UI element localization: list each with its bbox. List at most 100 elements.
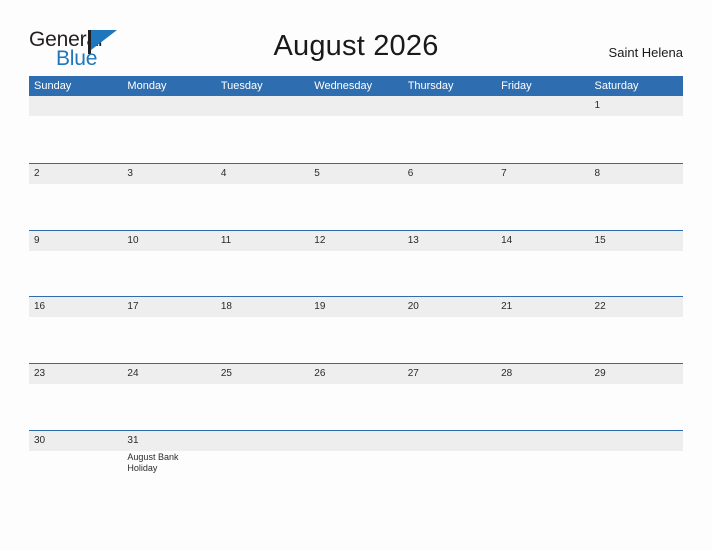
day-number: 25 <box>220 368 232 380</box>
calendar-weeks: 1 2 3 4 5 6 7 8 9 10 11 12 13 14 15 16 17 18 19 20 21 22 23 24 2… <box>29 96 683 497</box>
day-cell-6[interactable]: 6 <box>403 164 496 230</box>
day-cell-12[interactable]: 12 <box>309 231 402 297</box>
day-events: August Bank Holiday <box>127 452 215 475</box>
weekday-header-tuesday: Tuesday <box>220 80 263 92</box>
week-cells: 2 3 4 5 6 7 8 <box>29 164 683 230</box>
day-cell-16[interactable]: 16 <box>29 297 122 363</box>
day-cell-empty <box>403 96 496 163</box>
day-number: 28 <box>501 368 513 380</box>
day-cell-20[interactable]: 20 <box>403 297 496 363</box>
week-cells: 16 17 18 19 20 21 22 <box>29 297 683 363</box>
day-cell-25[interactable]: 25 <box>216 364 309 430</box>
day-cell-2[interactable]: 2 <box>29 164 122 230</box>
day-cell-empty <box>496 431 589 497</box>
day-number: 6 <box>407 167 414 179</box>
page-header: General Blue August 2026 Saint Helena <box>0 0 712 76</box>
day-cell-3[interactable]: 3 <box>122 164 215 230</box>
day-cell-10[interactable]: 10 <box>122 231 215 297</box>
day-number: 22 <box>594 301 606 313</box>
day-number: 12 <box>314 234 326 246</box>
day-cell-empty <box>216 431 309 497</box>
day-cell-empty <box>590 431 683 497</box>
day-cell-24[interactable]: 24 <box>122 364 215 430</box>
day-cell-22[interactable]: 22 <box>590 297 683 363</box>
calendar-week-row: 9 10 11 12 13 14 15 <box>29 229 683 297</box>
day-cell-30[interactable]: 30 <box>29 431 122 497</box>
week-cells: 23 24 25 26 27 28 29 <box>29 364 683 430</box>
day-cell-empty <box>216 96 309 163</box>
day-number: 1 <box>594 100 601 111</box>
weekday-header-monday: Monday <box>127 80 167 92</box>
weekday-header-row: Sunday Monday Tuesday Wednesday Thursday Frid… <box>29 76 683 96</box>
day-number: 9 <box>34 234 40 246</box>
day-number: 3 <box>127 167 133 179</box>
weekday-header-friday: Friday <box>501 80 532 92</box>
calendar-page: General Blue August 2026 Saint Helena Su… <box>0 0 712 550</box>
day-number: 5 <box>314 167 320 179</box>
weekday-header-thursday: Thursday <box>407 80 454 92</box>
day-cell-15[interactable]: 15 <box>590 231 683 297</box>
weekday-header-sunday: Sunday <box>34 80 72 92</box>
day-number: 2 <box>34 167 40 179</box>
day-number: 18 <box>220 301 232 313</box>
day-number: 13 <box>407 234 419 246</box>
day-cell-empty <box>309 431 402 497</box>
calendar-week-row: 1 <box>29 96 683 163</box>
week-cells: 1 <box>29 96 683 163</box>
day-cell-empty <box>309 96 402 163</box>
day-cell-8[interactable]: 8 <box>590 164 683 230</box>
day-cell-31[interactable]: 31 August Bank Holiday <box>122 431 215 497</box>
day-cell-13[interactable]: 13 <box>403 231 496 297</box>
day-cell-14[interactable]: 14 <box>496 231 589 297</box>
calendar-grid: Sunday Monday Tuesday Wednesday Thursday Frid… <box>29 76 683 497</box>
day-cell-29[interactable]: 29 <box>590 364 683 430</box>
week-cells: 30 31 August Bank Holiday <box>29 431 683 497</box>
day-cell-empty <box>122 96 215 163</box>
week-cells: 9 10 11 12 13 14 15 <box>29 231 683 297</box>
day-cell-empty <box>403 431 496 497</box>
day-cell-4[interactable]: 4 <box>216 164 309 230</box>
day-cell-17[interactable]: 17 <box>122 297 215 363</box>
day-cell-28[interactable]: 28 <box>496 364 589 430</box>
day-cell-7[interactable]: 7 <box>496 164 589 230</box>
day-cell-26[interactable]: 26 <box>309 364 402 430</box>
day-number: 23 <box>34 368 46 380</box>
calendar-week-row: 2 3 4 5 6 7 8 <box>29 162 683 230</box>
day-number: 31 <box>127 434 139 446</box>
day-number: 17 <box>127 301 139 313</box>
day-cell-5[interactable]: 5 <box>309 164 402 230</box>
day-number: 30 <box>34 434 46 446</box>
day-cell-19[interactable]: 19 <box>309 297 402 363</box>
calendar-week-row: 23 24 25 26 27 28 29 <box>29 363 683 430</box>
day-cell-27[interactable]: 27 <box>403 364 496 430</box>
day-number: 10 <box>127 234 139 246</box>
day-number: 20 <box>407 301 419 313</box>
calendar-week-row: 16 17 18 19 20 21 22 <box>29 296 683 363</box>
day-number: 19 <box>314 301 326 313</box>
day-number: 7 <box>501 167 507 179</box>
weekday-header-saturday: Saturday <box>594 80 639 92</box>
day-cell-11[interactable]: 11 <box>216 231 309 297</box>
day-cell-23[interactable]: 23 <box>29 364 122 430</box>
day-number: 27 <box>407 368 419 380</box>
day-cell-21[interactable]: 21 <box>496 297 589 363</box>
day-number: 15 <box>594 234 606 246</box>
day-number: 8 <box>594 167 601 179</box>
calendar-week-row: 30 31 August Bank Holiday <box>29 429 683 497</box>
day-cell-9[interactable]: 9 <box>29 231 122 297</box>
day-number: 14 <box>501 234 513 246</box>
day-cell-18[interactable]: 18 <box>216 297 309 363</box>
day-cell-1[interactable]: 1 <box>590 96 683 163</box>
day-number: 11 <box>220 234 232 246</box>
day-number: 16 <box>34 301 46 313</box>
day-number: 21 <box>501 301 513 313</box>
day-cell-empty <box>29 96 122 163</box>
day-cell-empty <box>496 96 589 163</box>
day-number: 4 <box>220 167 227 179</box>
day-number: 24 <box>127 368 139 380</box>
region-label: Saint Helena <box>608 45 683 60</box>
day-number: 29 <box>594 368 606 380</box>
day-number: 26 <box>314 368 326 380</box>
day-event-label[interactable]: August Bank Holiday <box>127 452 189 475</box>
page-title: August 2026 <box>273 30 439 62</box>
